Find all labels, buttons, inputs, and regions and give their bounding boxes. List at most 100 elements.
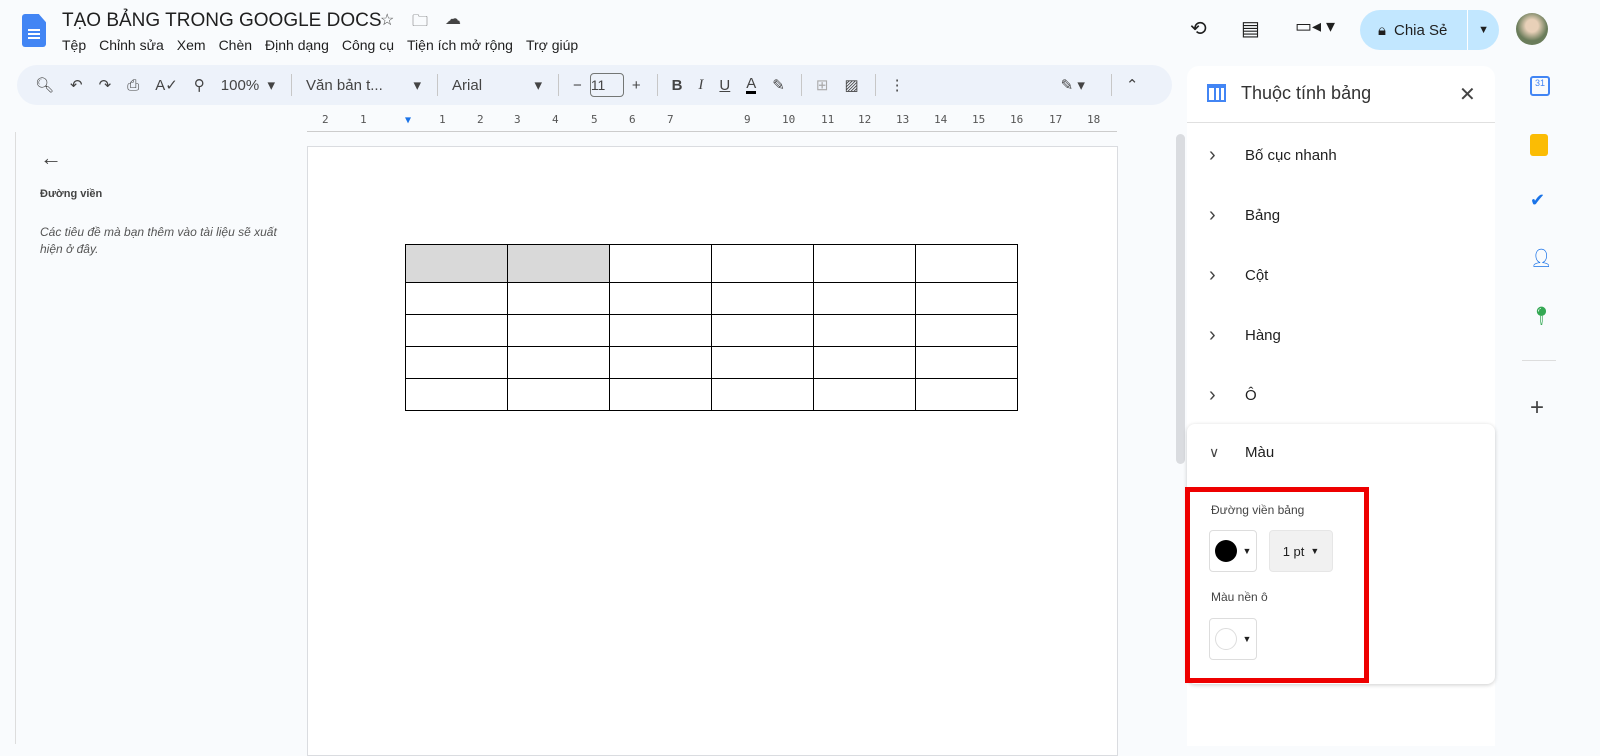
menu-extensions[interactable]: Tiện ích mở rộng — [407, 37, 513, 53]
calendar-icon[interactable]: 31 — [1530, 76, 1550, 96]
meet-icon[interactable]: ▭◂ ▾ — [1295, 16, 1335, 37]
print-icon[interactable]: ⎙ — [127, 77, 139, 94]
comments-icon[interactable]: ▤ — [1241, 16, 1260, 41]
vertical-ruler[interactable] — [0, 132, 16, 744]
section-quick-layout[interactable]: › Bố cục nhanh — [1209, 144, 1337, 167]
menu-format[interactable]: Định dạng — [265, 37, 329, 53]
table-cell[interactable] — [609, 346, 712, 379]
italic-icon[interactable]: I — [698, 77, 703, 94]
section-label: Cột — [1245, 267, 1269, 284]
share-button[interactable]: 🔒︎ Chia Sẻ ▼ — [1360, 10, 1499, 50]
table-cell[interactable] — [711, 314, 814, 347]
text-color-icon[interactable]: A — [746, 76, 757, 94]
table-cell[interactable] — [813, 346, 916, 379]
tasks-icon[interactable]: ✔ — [1530, 190, 1545, 211]
table-cell[interactable] — [405, 282, 508, 315]
close-icon[interactable]: ✕ — [1459, 82, 1476, 107]
table-cell[interactable] — [507, 378, 610, 411]
collapse-menu-icon[interactable]: ⌃ — [1126, 76, 1139, 94]
menu-insert[interactable]: Chèn — [219, 37, 252, 53]
table-cell[interactable] — [711, 378, 814, 411]
section-cell[interactable]: › Ô — [1209, 384, 1257, 407]
table-cell[interactable] — [609, 314, 712, 347]
ruler-tick-label: 1 — [360, 113, 367, 126]
horizontal-ruler[interactable]: 2 1 1 2 3 4 5 6 7 9 10 11 12 13 14 15 16 17 18 ▼ — [307, 110, 1117, 132]
spellcheck-icon[interactable]: A✓ — [155, 76, 178, 94]
font-value: Arial — [452, 76, 483, 94]
more-icon[interactable]: ⋮ — [890, 76, 905, 94]
paint-format-icon[interactable]: ⚲ — [194, 76, 205, 94]
keep-icon[interactable] — [1530, 134, 1548, 156]
section-color[interactable]: ∨ Màu — [1209, 444, 1274, 461]
bold-icon[interactable]: B — [672, 77, 683, 94]
table-cell[interactable] — [405, 244, 508, 283]
left-indent-marker[interactable]: ▼ — [405, 115, 411, 126]
table-cell[interactable] — [609, 282, 712, 315]
editing-mode-icon[interactable]: ✎ ▾ — [1061, 76, 1085, 94]
avatar[interactable] — [1516, 13, 1548, 45]
font-select[interactable]: Arial ▾ — [452, 76, 542, 95]
add-addon-icon[interactable]: + — [1530, 394, 1544, 422]
document-page[interactable] — [307, 146, 1118, 756]
document-title[interactable]: TẠO BẢNG TRONG GOOGLE DOCS — [62, 10, 382, 32]
cloud-saved-icon[interactable]: ☁ — [445, 9, 461, 29]
ruler-tick-label: 14 — [934, 113, 948, 126]
section-table[interactable]: › Bảng — [1209, 204, 1280, 227]
menu-help[interactable]: Trợ giúp — [526, 37, 578, 53]
table-cell[interactable] — [711, 244, 814, 283]
back-arrow-icon[interactable]: ← — [40, 145, 62, 171]
section-column[interactable]: › Cột — [1209, 264, 1268, 287]
table-cell[interactable] — [813, 244, 916, 283]
table-cell[interactable] — [915, 282, 1018, 315]
table-cell[interactable] — [711, 346, 814, 379]
table-cell[interactable] — [609, 244, 712, 283]
table-cell[interactable] — [915, 314, 1018, 347]
ruler-tick-label: 3 — [514, 113, 521, 126]
toolbar: 🔍︎ ↶ ↷ ⎙ A✓ ⚲ 100% ▾ Văn bản t... ▾ Arial… — [17, 65, 1172, 105]
table-cell[interactable] — [507, 282, 610, 315]
decrease-font-size-button[interactable]: − — [573, 77, 582, 94]
contacts-icon[interactable]: 👤︎ — [1530, 248, 1553, 269]
table-cell[interactable] — [711, 282, 814, 315]
search-icon[interactable]: 🔍︎ — [35, 76, 54, 94]
scrollbar[interactable] — [1176, 134, 1185, 464]
font-size-input[interactable]: 11 — [589, 73, 624, 97]
increase-font-size-button[interactable]: + — [632, 77, 641, 94]
table-cell[interactable] — [609, 378, 712, 411]
redo-icon[interactable]: ↷ — [99, 76, 112, 94]
undo-icon[interactable]: ↶ — [70, 76, 83, 94]
maps-icon[interactable]: 📍︎ — [1530, 306, 1553, 327]
insert-comment-icon[interactable]: ⊞ — [816, 76, 829, 94]
menu-view[interactable]: Xem — [177, 37, 206, 53]
outline-title: Đường viền — [40, 188, 103, 200]
table-cell[interactable] — [405, 314, 508, 347]
docs-logo-icon[interactable] — [22, 14, 46, 47]
table-cell[interactable] — [813, 378, 916, 411]
style-select[interactable]: Văn bản t... ▾ — [306, 76, 421, 95]
document-table[interactable] — [405, 244, 1018, 411]
table-cell[interactable] — [405, 378, 508, 411]
table-cell[interactable] — [915, 378, 1018, 411]
menu-edit[interactable]: Chỉnh sửa — [99, 37, 164, 53]
highlight-icon[interactable]: ✎ — [772, 76, 785, 94]
chevron-right-icon: › — [1209, 144, 1216, 166]
table-cell[interactable] — [813, 282, 916, 315]
table-cell[interactable] — [507, 314, 610, 347]
table-cell[interactable] — [915, 346, 1018, 379]
table-cell[interactable] — [507, 244, 610, 283]
table-cell[interactable] — [507, 346, 610, 379]
version-history-icon[interactable]: ⟲ — [1190, 16, 1207, 41]
table-cell[interactable] — [813, 314, 916, 347]
table-cell[interactable] — [915, 244, 1018, 283]
star-icon[interactable]: ☆ — [380, 10, 394, 30]
section-row[interactable]: › Hàng — [1209, 324, 1281, 347]
zoom-select[interactable]: 100% ▾ — [221, 76, 275, 95]
share-dropdown-icon[interactable]: ▼ — [1467, 10, 1499, 50]
underline-icon[interactable]: U — [719, 77, 730, 94]
insert-image-icon[interactable]: ▨ — [844, 76, 858, 94]
table-cell[interactable] — [405, 346, 508, 379]
outline-hint: Các tiêu đề mà bạn thêm vào tài liệu sẽ … — [40, 225, 277, 256]
menu-tools[interactable]: Công cụ — [342, 37, 394, 53]
menu-file[interactable]: Tệp — [62, 37, 86, 53]
move-folder-icon[interactable]: 🗀 — [412, 10, 428, 37]
